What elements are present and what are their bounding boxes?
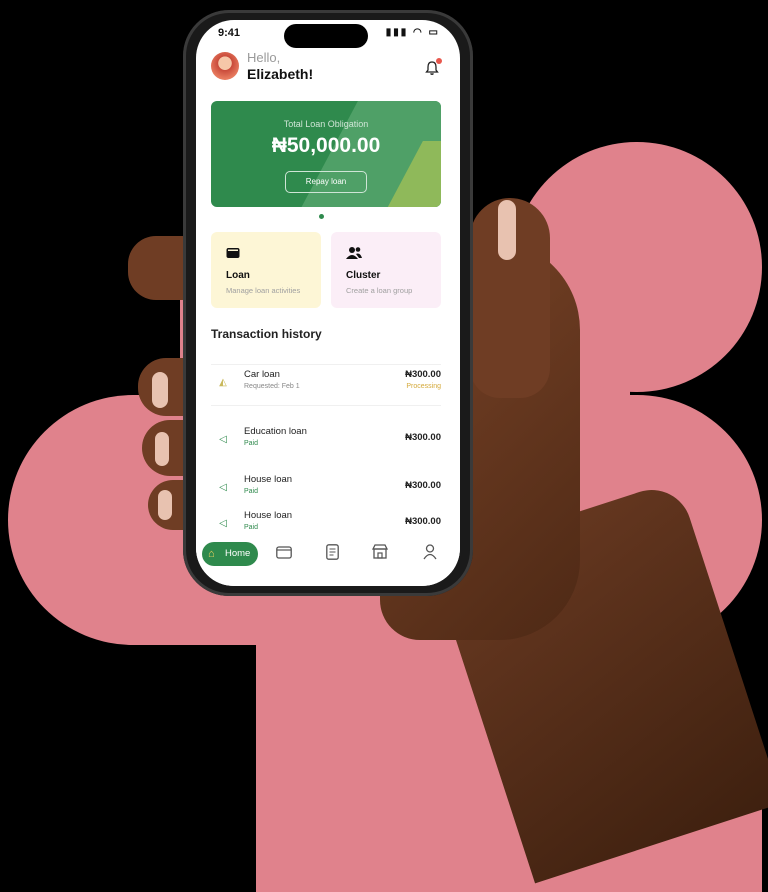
nav-home-label: Home xyxy=(225,548,251,559)
carousel-indicator[interactable] xyxy=(319,214,324,219)
transaction-amount: ₦300.00 xyxy=(405,432,441,443)
transaction-status: Paid xyxy=(244,524,259,531)
greeting-text: Hello, xyxy=(247,50,281,65)
send-icon: ◁ xyxy=(219,482,227,493)
nav-home-button[interactable]: ⌂ Home xyxy=(202,542,258,566)
status-time: 9:41 xyxy=(218,27,241,39)
transaction-amount: ₦300.00 xyxy=(405,516,441,527)
wallet-icon[interactable] xyxy=(274,544,294,564)
document-icon[interactable] xyxy=(322,544,342,564)
thumb-nail xyxy=(498,200,516,260)
bottom-navigation: ⌂ Home xyxy=(196,534,460,586)
loan-obligation-label: Total Loan Obligation xyxy=(283,119,369,129)
notification-badge xyxy=(436,58,442,64)
status-icons: ▮▮▮ ◠ ▭ xyxy=(385,27,440,38)
transaction-name: House loan xyxy=(244,474,293,485)
finger-nail xyxy=(152,372,168,408)
transaction-row[interactable]: ◁ Education loan Paid ₦300.00 xyxy=(211,422,441,462)
tile-title: Loan xyxy=(226,270,250,281)
send-icon: ◁ xyxy=(219,518,227,529)
finger-nail xyxy=(155,432,169,466)
store-icon[interactable] xyxy=(370,544,390,564)
group-icon xyxy=(346,246,362,263)
tile-subtitle: Create a loan group xyxy=(346,286,413,295)
send-icon: ◁ xyxy=(219,434,227,445)
transaction-status: Processing xyxy=(406,383,441,390)
transaction-row[interactable]: ◁ House loan Paid ₦300.00 xyxy=(211,470,441,510)
phone-screen: 9:41 ▮▮▮ ◠ ▭ Hello, Elizabeth! Total Loa… xyxy=(196,20,460,586)
tile-title: Cluster xyxy=(346,270,381,281)
finger-nail xyxy=(158,490,172,520)
transaction-name: House loan xyxy=(244,510,293,521)
loan-summary-card: Total Loan Obligation ₦50,000.00 Repay l… xyxy=(211,101,441,207)
dynamic-island xyxy=(284,24,368,48)
repay-loan-button[interactable]: Repay loan xyxy=(285,171,367,193)
transaction-name: Education loan xyxy=(244,426,307,437)
transaction-status: Paid xyxy=(244,440,259,447)
home-icon: ⌂ xyxy=(208,548,215,560)
transaction-amount: ₦300.00 xyxy=(405,369,441,380)
transaction-date: Requested: Feb 1 xyxy=(244,383,300,390)
user-name: Elizabeth! xyxy=(247,66,314,82)
transaction-name: Car loan xyxy=(244,369,280,380)
profile-icon[interactable] xyxy=(420,544,440,564)
loan-tile[interactable]: Loan Manage loan activities xyxy=(211,232,321,308)
loan-obligation-amount: ₦50,000.00 xyxy=(271,134,381,157)
transaction-row[interactable]: ◭ Car loan Requested: Feb 1 ₦300.00 Proc… xyxy=(211,364,441,406)
transaction-history-title: Transaction history xyxy=(211,327,322,341)
avatar[interactable] xyxy=(211,52,239,80)
transaction-amount: ₦300.00 xyxy=(405,480,441,491)
wallet-icon xyxy=(226,246,240,262)
transaction-status: Paid xyxy=(244,488,259,495)
cluster-tile[interactable]: Cluster Create a loan group xyxy=(331,232,441,308)
send-icon: ◭ xyxy=(219,377,227,388)
tile-subtitle: Manage loan activities xyxy=(226,286,301,295)
